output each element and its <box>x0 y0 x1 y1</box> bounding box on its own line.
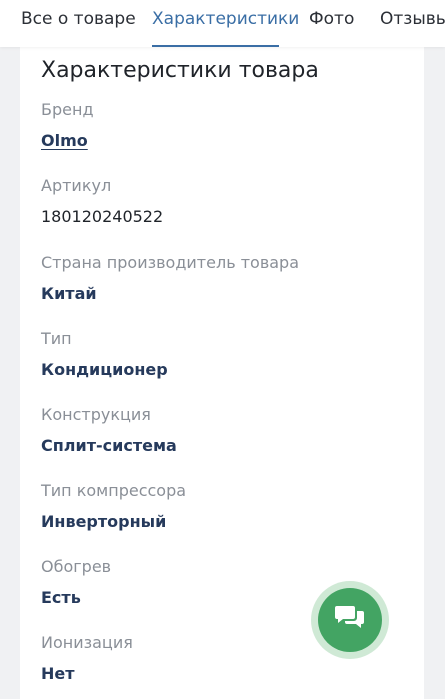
active-tab-indicator <box>152 45 279 47</box>
spec-value: Нет <box>41 664 75 683</box>
spec-country: Страна производитель товара Китай <box>41 253 299 304</box>
section-title: Характеристики товара <box>41 58 319 83</box>
spec-value: 180120240522 <box>41 207 164 226</box>
brand-link[interactable]: Olmo <box>41 131 94 151</box>
spec-ionization: Ионизация Нет <box>41 633 133 684</box>
product-page: Все о товаре Характеристики Фото Отзывы … <box>0 0 445 699</box>
spec-label: Ионизация <box>41 633 133 652</box>
tab-reviews[interactable]: Отзывы <box>380 8 445 30</box>
spec-label: Страна производитель товара <box>41 253 300 272</box>
spec-label: Обогрев <box>41 557 112 576</box>
spec-value: Китай <box>41 284 97 303</box>
tab-all-about-product[interactable]: Все о товаре <box>21 8 136 30</box>
spec-value: Сплит-система <box>41 436 177 455</box>
spec-label: Артикул <box>41 176 112 195</box>
spec-value: Кондиционер <box>41 360 168 379</box>
spec-compressor-type: Тип компрессора Инверторный <box>41 481 186 532</box>
spec-article: Артикул 180120240522 <box>41 176 163 227</box>
chat-button[interactable] <box>311 581 389 659</box>
tab-photo[interactable]: Фото <box>309 8 354 30</box>
spec-label: Тип <box>41 329 72 348</box>
spec-type: Тип Кондиционер <box>41 329 168 380</box>
chat-bubbles-icon <box>335 604 365 636</box>
spec-heating: Обогрев Есть <box>41 557 111 608</box>
spec-label: Тип компрессора <box>41 481 187 500</box>
spec-value: Есть <box>41 588 81 607</box>
product-tabs: Все о товаре Характеристики Фото Отзывы <box>0 0 445 47</box>
spec-construction: Конструкция Сплит-система <box>41 405 177 456</box>
tab-characteristics[interactable]: Характеристики <box>152 8 299 30</box>
spec-label: Конструкция <box>41 405 151 424</box>
spec-value: Инверторный <box>41 512 167 531</box>
spec-brand: Бренд Olmo <box>41 100 94 151</box>
spec-label: Бренд <box>41 100 94 119</box>
chat-button-circle <box>318 588 382 652</box>
